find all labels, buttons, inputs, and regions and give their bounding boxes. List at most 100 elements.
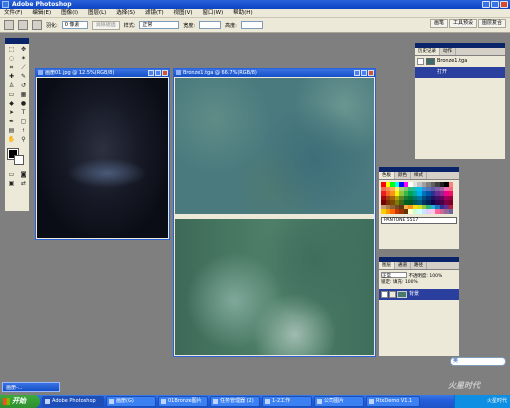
bronze-texture-bottom[interactable] [175,219,374,355]
taskbar-item[interactable]: RtxDemo V1.1 [366,396,420,407]
history-brush-icon[interactable]: ↺ [18,81,29,90]
taskbar-item[interactable]: 1-2工作 [262,396,312,407]
menu-view[interactable]: 视图(V) [170,9,197,18]
eyedropper-icon[interactable]: ⟊ [18,126,29,135]
windows-logo-icon [3,398,10,405]
jump-to-imageready-icon[interactable]: ⇄ [18,179,29,188]
blend-mode-select[interactable]: 正常 [381,272,407,279]
start-button[interactable]: 开始 [0,395,40,408]
layer-comps-tab[interactable]: 图层复合 [477,19,506,28]
background-color[interactable] [14,155,24,165]
dodge-icon[interactable]: ● [18,99,29,108]
snapshot-source-icon[interactable] [417,58,424,65]
tool-presets-tab[interactable]: 工具预设 [448,19,477,28]
hand-icon[interactable]: ✋ [6,135,17,144]
notes-icon[interactable]: ▤ [6,126,17,135]
clone-stamp-icon[interactable]: ♙ [6,81,17,90]
menu-help[interactable]: 帮助(H) [229,9,256,18]
height-input[interactable] [240,21,263,29]
brush-icon[interactable]: ✎ [18,72,29,81]
slice-icon[interactable]: ⟋ [18,63,29,72]
taskbar-item[interactable]: 公司图片 [314,396,364,407]
type-icon[interactable]: T [18,108,29,117]
doc-minimize-button[interactable] [354,70,360,76]
menu-filter[interactable]: 滤镜(T) [141,9,168,18]
menu-file[interactable]: 文件(F) [0,9,26,18]
menu-image[interactable]: 图像(I) [57,9,82,18]
doc-close-button[interactable] [368,70,374,76]
layer-row[interactable]: 背景 [379,289,459,300]
shape-icon[interactable]: ▢ [18,117,29,126]
opacity-value[interactable]: 100% [429,274,442,279]
style-label: 样式: [123,22,136,29]
menu-window[interactable]: 窗口(W) [199,9,228,18]
close-button[interactable] [500,1,508,8]
toolbox: ⬚ ✥ ◌ ✶ ⌗ ⟋ ✚ ✎ ♙ ↺ ▭ ▦ ◆ ● ➤ T ✒ ▢ ▤ ⟊ … [4,37,30,212]
history-snapshot[interactable]: Bronze1.tga [415,56,505,67]
doc-close-button[interactable] [162,70,168,76]
document-window-bronze[interactable]: Bronze1.tga @ 66.7%(RGB/8) [173,68,376,357]
quickmask-mode-icon[interactable]: ◙ [18,170,29,179]
fill-label: 填充: [392,280,404,285]
minimize-button[interactable] [482,1,490,8]
menu-select[interactable]: 选择(S) [112,9,139,18]
blur-icon[interactable]: ◆ [6,99,17,108]
tab-swatches[interactable]: 色板 [379,172,395,179]
fill-value[interactable]: 100% [405,280,418,285]
tab-channels[interactable]: 通道 [395,262,411,269]
menu-edit[interactable]: 编辑(E) [28,9,55,18]
history-state[interactable]: 打开 [415,67,505,78]
tab-history[interactable]: 历史记录 [415,48,440,55]
standard-mode-icon[interactable]: ▭ [6,170,17,179]
doc-maximize-button[interactable] [361,70,367,76]
screen-mode-icon[interactable]: ▣ [6,179,17,188]
eraser-icon[interactable]: ▭ [6,90,17,99]
document-titlebar[interactable]: Bronze1.tga @ 66.7%(RGB/8) [174,69,375,77]
document-title: 画册01.jpg @ 12.5%(RGB/8) [45,70,115,76]
document-window-dark[interactable]: 画册01.jpg @ 12.5%(RGB/8) [35,68,170,240]
width-input[interactable] [199,21,222,29]
tab-layers[interactable]: 图层 [379,262,395,269]
tab-color[interactable]: 颜色 [395,172,411,179]
pantone-swatch[interactable]: PANTONE 5517 [381,216,457,224]
tab-paths[interactable]: 路径 [411,262,427,269]
zoom-icon[interactable]: ⚲ [18,135,29,144]
snapshot-name: Bronze1.tga [437,58,468,64]
menu-layer[interactable]: 图层(L) [84,9,110,18]
minimized-document[interactable]: 画册-... [2,382,60,392]
doc-minimize-button[interactable] [148,70,154,76]
lasso-icon[interactable]: ◌ [6,54,17,63]
image-canvas[interactable] [37,78,168,238]
input-method-bar[interactable]: 英 [450,357,506,366]
tab-styles[interactable]: 样式 [411,172,427,179]
new-selection-icon[interactable] [18,20,28,30]
document-titlebar[interactable]: 画册01.jpg @ 12.5%(RGB/8) [36,69,169,77]
taskbar-item[interactable]: Adobe Photoshop [42,396,104,407]
swatch-cell[interactable] [448,209,453,214]
taskbar-item[interactable]: 任务管理器 (2) [210,396,260,407]
eye-icon[interactable] [381,291,388,298]
antialias-checkbox[interactable]: 消除锯齿 [91,20,120,30]
marquee-icon[interactable]: ⬚ [6,45,17,54]
brush-link-icon[interactable] [389,291,396,298]
marquee-tool-icon[interactable] [4,20,14,30]
pen-icon[interactable]: ✒ [6,117,17,126]
taskbar-item[interactable]: 01Bronze图片 [158,396,208,407]
move-icon[interactable]: ✥ [18,45,29,54]
doc-maximize-button[interactable] [155,70,161,76]
brushes-tab[interactable]: 画笔 [429,19,448,28]
taskbar-item[interactable]: 画册(G) [106,396,156,407]
taskbar-item-label: 任务管理器 (2) [220,398,254,404]
path-select-icon[interactable]: ➤ [6,108,17,117]
feather-input[interactable]: 0 像素 [61,21,88,29]
app-titlebar: Adobe Photoshop [0,0,510,9]
healing-brush-icon[interactable]: ✚ [6,72,17,81]
style-select[interactable]: 正常 [139,21,180,29]
restore-button[interactable] [491,1,499,8]
crop-icon[interactable]: ⌗ [6,63,17,72]
bronze-texture-top[interactable] [175,78,374,214]
magic-wand-icon[interactable]: ✶ [18,54,29,63]
add-selection-icon[interactable] [32,20,42,30]
tab-actions[interactable]: 动作 [440,48,456,55]
gradient-icon[interactable]: ▦ [18,90,29,99]
